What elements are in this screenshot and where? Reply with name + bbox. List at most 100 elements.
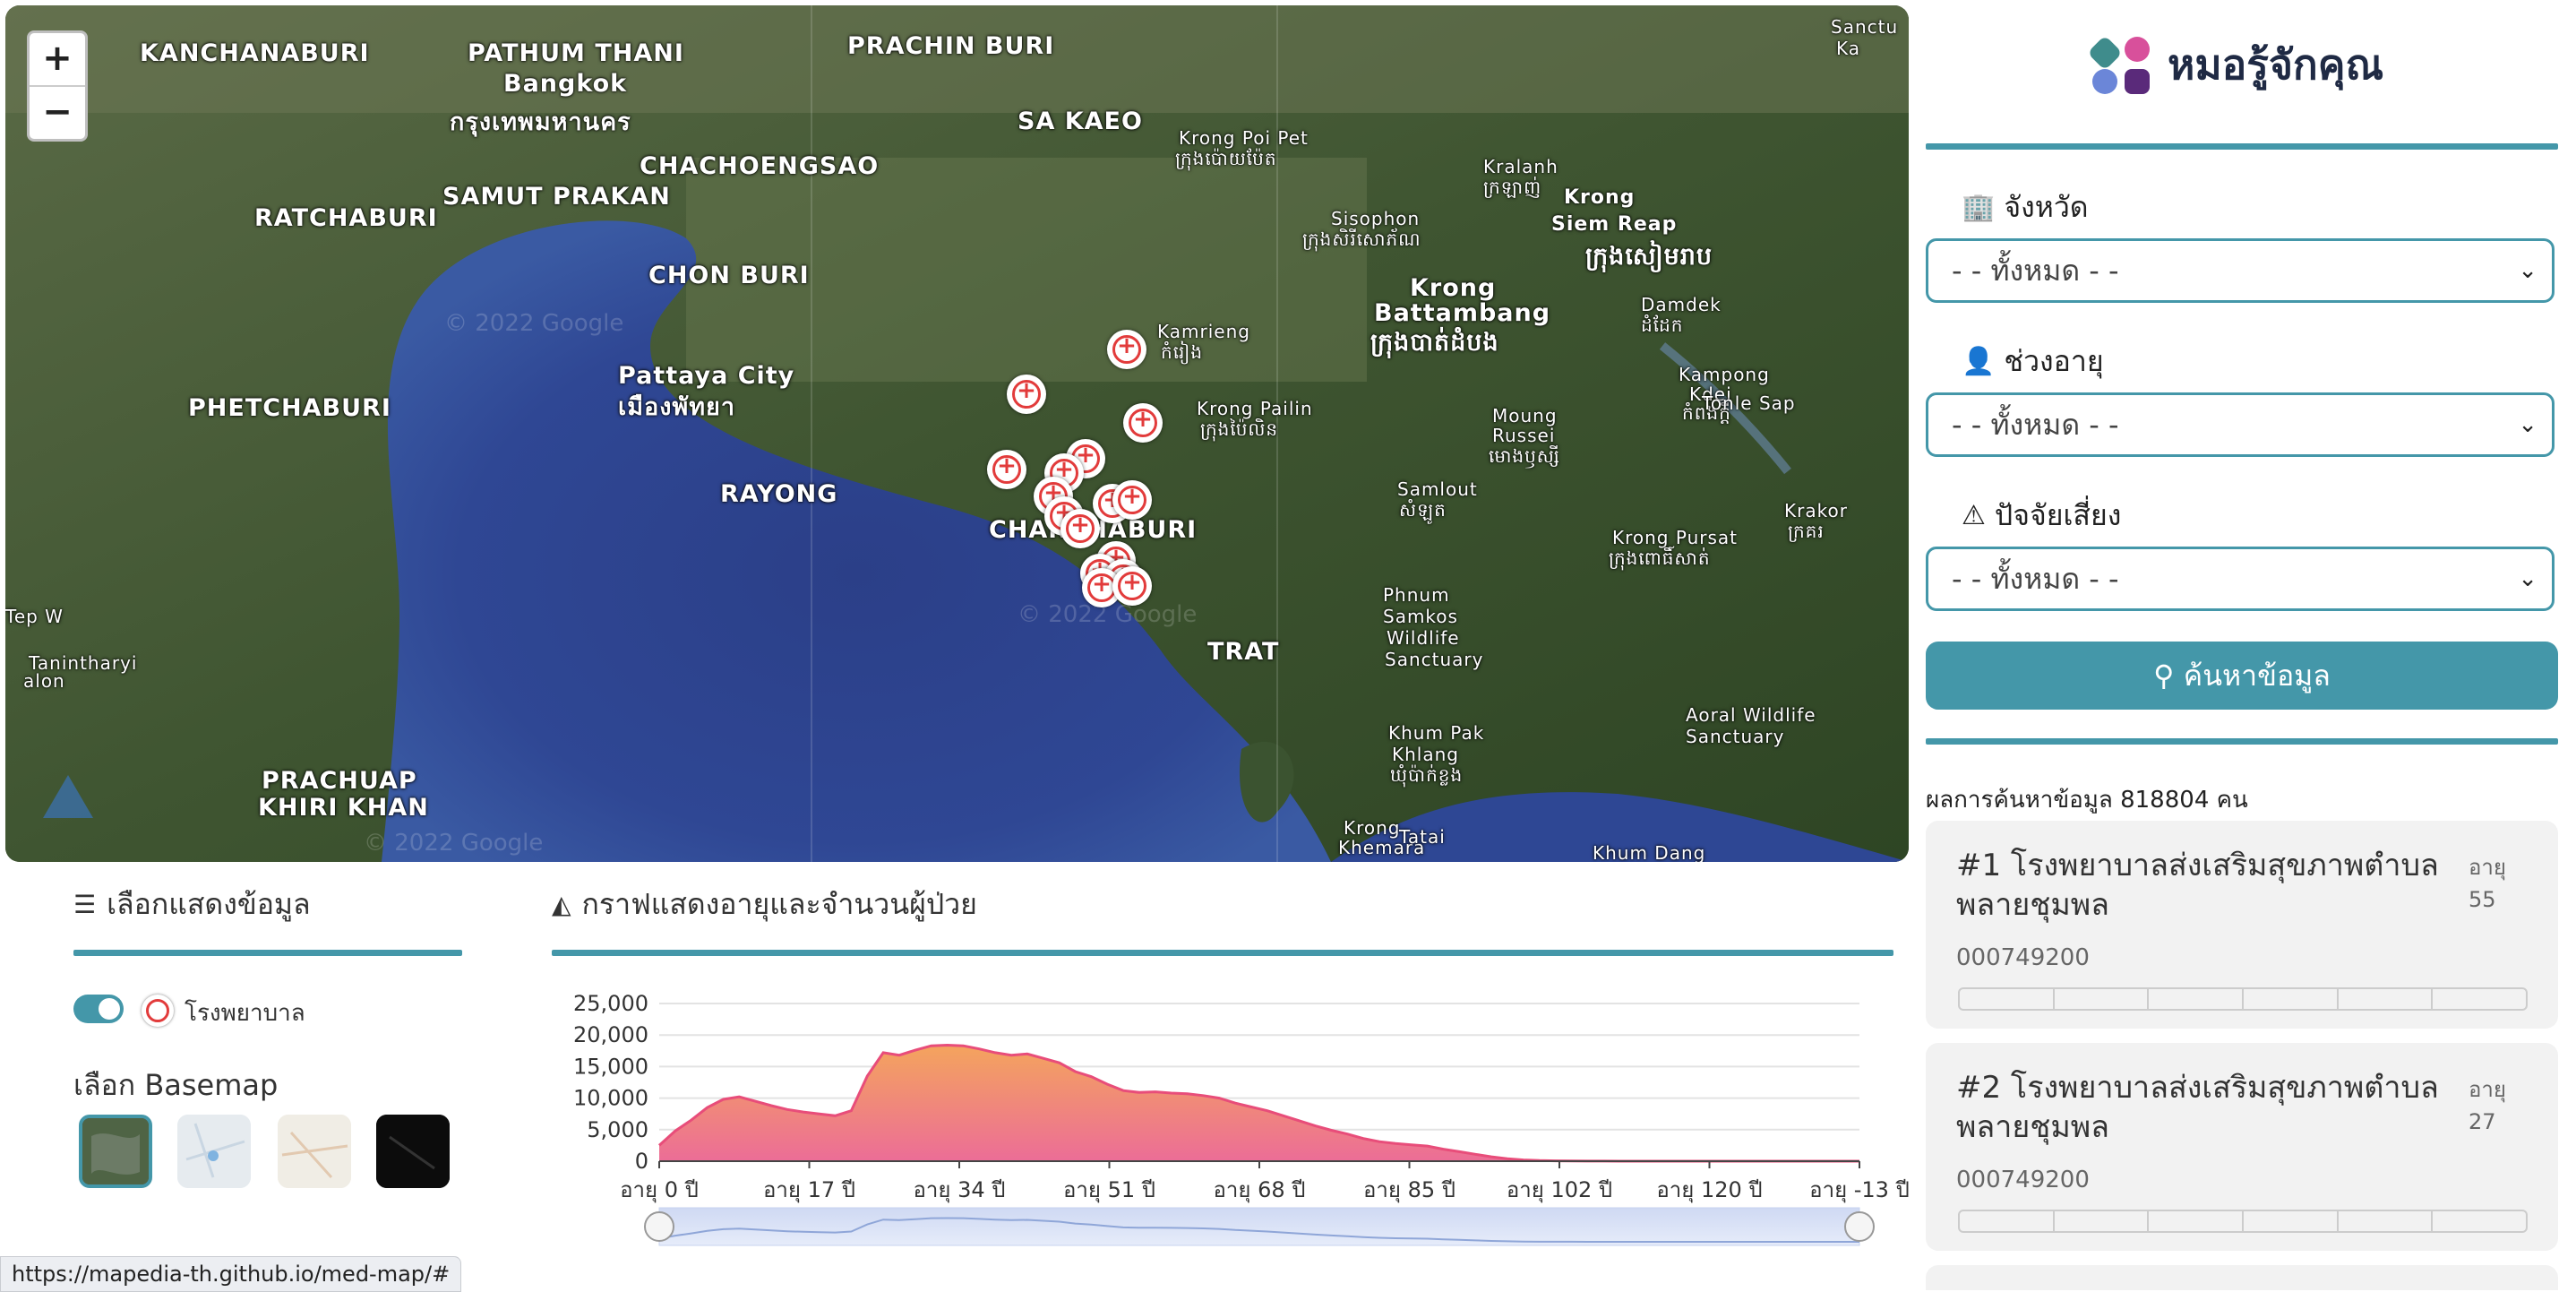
map-place-label: Russei (1492, 425, 1556, 446)
map-place-label: Kampong (1679, 364, 1770, 385)
map-place-label: Bangkok (503, 70, 628, 98)
app-title: หมอรู้จักคุณ (2168, 40, 2384, 89)
map-place-label: Siem Reap (1551, 213, 1678, 236)
result-age-value: 55 (2469, 887, 2496, 912)
chevron-down-icon: ⌄ (2518, 565, 2537, 592)
hospital-marker[interactable] (1123, 403, 1163, 443)
y-tick-label: 15,000 (573, 1054, 648, 1079)
map-place-label: Damdek (1641, 294, 1722, 315)
map-place-label: ក្រុងពោធិ៍សាត់ (1609, 547, 1711, 569)
x-tick-label: อายุ 51 ปี (1063, 1177, 1155, 1203)
risk-factor-label: ⚠ ปัจจัยเสี่ยง (1962, 493, 2121, 538)
chart-svg: 25,000 20,000 15,000 10,000 5,000 0 อายุ 0 ปี อ… (573, 991, 1910, 1246)
result-card[interactable]: #2 โรงพยาบาลส่งเสริมสุขภาพตำบลพลายชุมพล … (1926, 1043, 2558, 1251)
basemap-dark[interactable] (376, 1115, 450, 1188)
map-place-label: Krong Poi Pet (1179, 127, 1309, 149)
search-button[interactable]: ⚲ ค้นหาข้อมูล (1926, 642, 2558, 710)
zoom-in-button[interactable]: + (30, 33, 85, 85)
layers-panel-title: ☰ เลือกแสดงข้อมูล (73, 882, 311, 927)
age-patient-chart[interactable]: 25,000 20,000 15,000 10,000 5,000 0 อายุ 0 ปี อ… (552, 977, 1922, 1256)
result-age-value: 27 (2469, 1109, 2496, 1134)
map-place-label: Krong (1410, 274, 1497, 302)
map-place-label: Khum Pak (1388, 722, 1485, 744)
map-place-label: RAYONG (720, 480, 838, 508)
map-place-label: ក្រុងប៉ៃលិន (1200, 418, 1279, 440)
area-chart-icon: ◭ (552, 890, 571, 919)
chart-panel-title-text: กราฟแสดงอายุและจำนวนผู้ป่วย (581, 887, 977, 921)
result-age-label: อายุ (2469, 1077, 2506, 1102)
dark-thumb-icon (376, 1115, 450, 1188)
hospital-marker[interactable] (1112, 566, 1152, 606)
x-tick-label: อายุ 34 ปี (914, 1177, 1006, 1203)
building-icon: 🏢 (1962, 192, 1996, 223)
sliders-icon: ☰ (73, 890, 97, 919)
y-tick-label: 0 (635, 1149, 648, 1174)
satellite-thumb-icon (82, 1118, 149, 1184)
hospital-marker[interactable] (1112, 480, 1152, 520)
map-place-label: Krong (1564, 186, 1636, 209)
divider (1926, 738, 2558, 745)
map-place-label: Samkos (1383, 606, 1458, 627)
result-card[interactable] (1926, 1265, 2558, 1290)
map-place-label: Wildlife (1387, 627, 1460, 649)
x-tick-label: อายุ 68 ปี (1214, 1177, 1306, 1203)
map-place-label: ក្រុងសិរីសោភ័ណ (1302, 228, 1421, 250)
risk-bar (1958, 987, 2528, 1011)
map-place-label: Khlang (1392, 744, 1459, 765)
map-place-label: alon (23, 670, 65, 692)
data-zoom-slider[interactable] (658, 1207, 1860, 1246)
result-id: 000749200 (1956, 944, 2090, 971)
risk-bar (1958, 1210, 2528, 1233)
age-range-select[interactable]: - - ทั้งหมด - - ⌄ (1926, 392, 2555, 457)
basemap-satellite[interactable] (79, 1115, 152, 1188)
map-place-label: Tatai (1399, 826, 1446, 848)
data-zoom-handle[interactable] (644, 1211, 674, 1242)
age-range-label: 👤 ช่วงอายุ (1962, 339, 2104, 384)
map-place-label: ក្រុងបាត់ដំបង (1370, 329, 1499, 357)
map-place-label: Kamrieng (1157, 321, 1250, 342)
zoom-out-button[interactable]: − (30, 85, 85, 139)
map-view[interactable]: + − © 2022 Google © 2022 Google © 2022 G… (5, 5, 1909, 862)
warning-icon: ⚠ (1962, 500, 1986, 531)
map-place-label: เมืองพัทยา (618, 393, 736, 421)
hospital-marker[interactable] (1007, 375, 1046, 414)
map-place-label: Sanctu (1831, 16, 1899, 38)
chevron-down-icon: ⌄ (2518, 257, 2537, 284)
result-card[interactable]: #1 โรงพยาบาลส่งเสริมสุขภาพตำบลพลายชุมพล … (1926, 821, 2558, 1029)
hospital-marker[interactable] (1060, 509, 1100, 548)
data-zoom-handle[interactable] (1844, 1211, 1875, 1242)
map-place-label: PRACHUAP (262, 767, 417, 795)
hospital-marker-icon (142, 995, 174, 1027)
map-place-label: Sisophon (1331, 208, 1421, 229)
map-place-label: Krong Pursat (1612, 527, 1738, 548)
y-tick-label: 25,000 (573, 991, 648, 1016)
map-place-label: กรุงเทพมหานคร (450, 108, 631, 136)
divider (552, 950, 1893, 956)
basemap-light[interactable] (278, 1115, 351, 1188)
app-logo: หมอรู้จักคุณ (2087, 32, 2384, 98)
map-place-label: PATHUM THANI (468, 39, 684, 67)
map-place-label: RATCHABURI (254, 204, 438, 232)
hospital-layer-toggle[interactable] (73, 995, 124, 1023)
hospital-marker[interactable] (1107, 330, 1146, 369)
map-place-label: Sanctuary (1385, 649, 1484, 670)
province-label-text: จังหวัด (2004, 190, 2089, 224)
chevron-down-icon: ⌄ (2518, 411, 2537, 438)
map-place-label: Moung (1492, 405, 1558, 426)
province-select[interactable]: - - ทั้งหมด - - ⌄ (1926, 238, 2555, 303)
map-place-label: CHON BURI (648, 262, 810, 289)
map-place-label: Aoral Wildlife (1686, 704, 1816, 726)
logo-icon (2087, 34, 2155, 96)
chart-panel-title: ◭ กราฟแสดงอายุและจำนวนผู้ป่วย (552, 882, 977, 927)
map-place-label: Kralanh (1483, 156, 1558, 177)
map-place-label: TRAT (1207, 638, 1280, 666)
result-title: #1 โรงพยาบาลส่งเสริมสุขภาพตำบลพลายชุมพล (1956, 848, 2439, 923)
province-select-value: - - ทั้งหมด - - (1952, 254, 2119, 288)
x-tick-label: อายุ 17 ปี (763, 1177, 855, 1203)
result-count: ผลการค้นหาข้อมูล 818804 คน (1926, 787, 2248, 814)
risk-factor-select[interactable]: - - ทั้งหมด - - ⌄ (1926, 547, 2555, 611)
hospital-marker[interactable] (987, 450, 1026, 489)
x-tick-label: อายุ 102 ปี (1507, 1177, 1612, 1203)
map-place-label: សំឡូត (1399, 499, 1447, 521)
basemap-streets[interactable] (177, 1115, 251, 1188)
